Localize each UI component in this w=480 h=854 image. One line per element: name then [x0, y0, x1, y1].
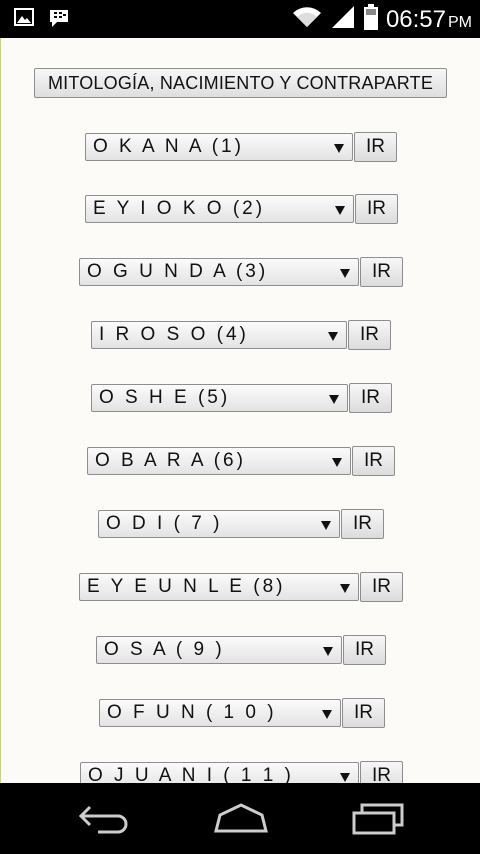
odu-row: O S H E (5) IR [91, 383, 392, 413]
ir-button[interactable]: IR [341, 509, 384, 539]
odu-row: O S A ( 9 ) IR [96, 635, 386, 665]
odu-select[interactable]: E Y E U N L E (8) [79, 573, 359, 601]
ir-button[interactable]: IR [360, 572, 403, 602]
odu-select[interactable]: O D I ( 7 ) [98, 510, 340, 538]
dropdown-arrow-icon [329, 395, 339, 404]
ir-button[interactable]: IR [348, 320, 391, 350]
dropdown-arrow-icon [332, 458, 342, 467]
dropdown-arrow-icon [340, 269, 350, 278]
ir-button[interactable]: IR [343, 635, 386, 665]
odu-select[interactable]: O G U N D A (3) [79, 258, 359, 286]
odu-row: O K A N A (1) IR [85, 132, 397, 162]
odu-select[interactable]: O F U N ( 1 0 ) [99, 699, 341, 727]
odu-select[interactable]: O S A ( 9 ) [96, 636, 342, 664]
odu-row: E Y I O K O (2) IR [85, 194, 398, 224]
ir-button[interactable]: IR [355, 194, 398, 224]
odu-row: O F U N ( 1 0 ) IR [99, 698, 385, 728]
back-icon[interactable] [78, 803, 134, 840]
select-value: E Y I O K O (2) [93, 198, 266, 219]
image-icon [14, 8, 34, 33]
dropdown-arrow-icon [323, 647, 333, 656]
odu-row: O G U N D A (3) IR [79, 257, 403, 287]
odu-select[interactable]: O J U A N I ( 1 1 ) [80, 762, 359, 783]
odu-row: E Y E U N L E (8) IR [79, 572, 403, 602]
ir-button[interactable]: IR [342, 698, 385, 728]
dropdown-arrow-icon [328, 332, 338, 341]
signal-icon [330, 5, 356, 34]
odu-row: O J U A N I ( 1 1 ) IR [80, 761, 403, 783]
dropdown-arrow-icon [335, 206, 345, 215]
odu-row: O B A R A (6) IR [87, 446, 395, 476]
ir-button[interactable]: IR [349, 383, 392, 413]
dropdown-arrow-icon [340, 773, 350, 782]
status-bar: 06:57 PM [0, 0, 480, 38]
dropdown-arrow-icon [340, 584, 350, 593]
select-value: O S A ( 9 ) [104, 639, 225, 660]
title-button[interactable]: MITOLOGÍA, NACIMIENTO Y CONTRAPARTE [34, 68, 447, 98]
odu-row: O D I ( 7 ) IR [98, 509, 384, 539]
select-value: O F U N ( 1 0 ) [107, 702, 277, 723]
select-value: O D I ( 7 ) [106, 513, 223, 534]
ir-button[interactable]: IR [360, 257, 403, 287]
bbm-icon [48, 8, 70, 33]
select-value: O K A N A (1) [93, 136, 244, 157]
odu-select[interactable]: O B A R A (6) [87, 447, 351, 475]
dropdown-arrow-icon [334, 144, 344, 153]
clock: 06:57 PM [385, 5, 472, 33]
home-icon[interactable] [212, 803, 270, 840]
odu-select[interactable]: E Y I O K O (2) [85, 195, 354, 223]
dropdown-arrow-icon [322, 710, 332, 719]
odu-row: I R O S O (4) IR [91, 320, 391, 350]
ir-button[interactable]: IR [360, 761, 403, 783]
select-value: O S H E (5) [99, 387, 231, 408]
select-value: I R O S O (4) [99, 324, 249, 345]
odu-select[interactable]: I R O S O (4) [91, 321, 347, 349]
ir-button[interactable]: IR [354, 132, 397, 162]
wifi-icon [292, 6, 322, 33]
navigation-bar [0, 783, 480, 854]
main-content: MITOLOGÍA, NACIMIENTO Y CONTRAPARTE O K … [0, 38, 480, 783]
odu-select[interactable]: O S H E (5) [91, 384, 348, 412]
battery-icon [363, 4, 378, 35]
odu-select[interactable]: O K A N A (1) [85, 133, 353, 161]
select-value: O J U A N I ( 1 1 ) [88, 765, 294, 783]
select-value: E Y E U N L E (8) [87, 576, 286, 597]
recent-apps-icon[interactable] [350, 803, 406, 840]
select-value: O G U N D A (3) [87, 261, 269, 282]
dropdown-arrow-icon [321, 521, 331, 530]
select-value: O B A R A (6) [95, 450, 246, 471]
ir-button[interactable]: IR [352, 446, 395, 476]
